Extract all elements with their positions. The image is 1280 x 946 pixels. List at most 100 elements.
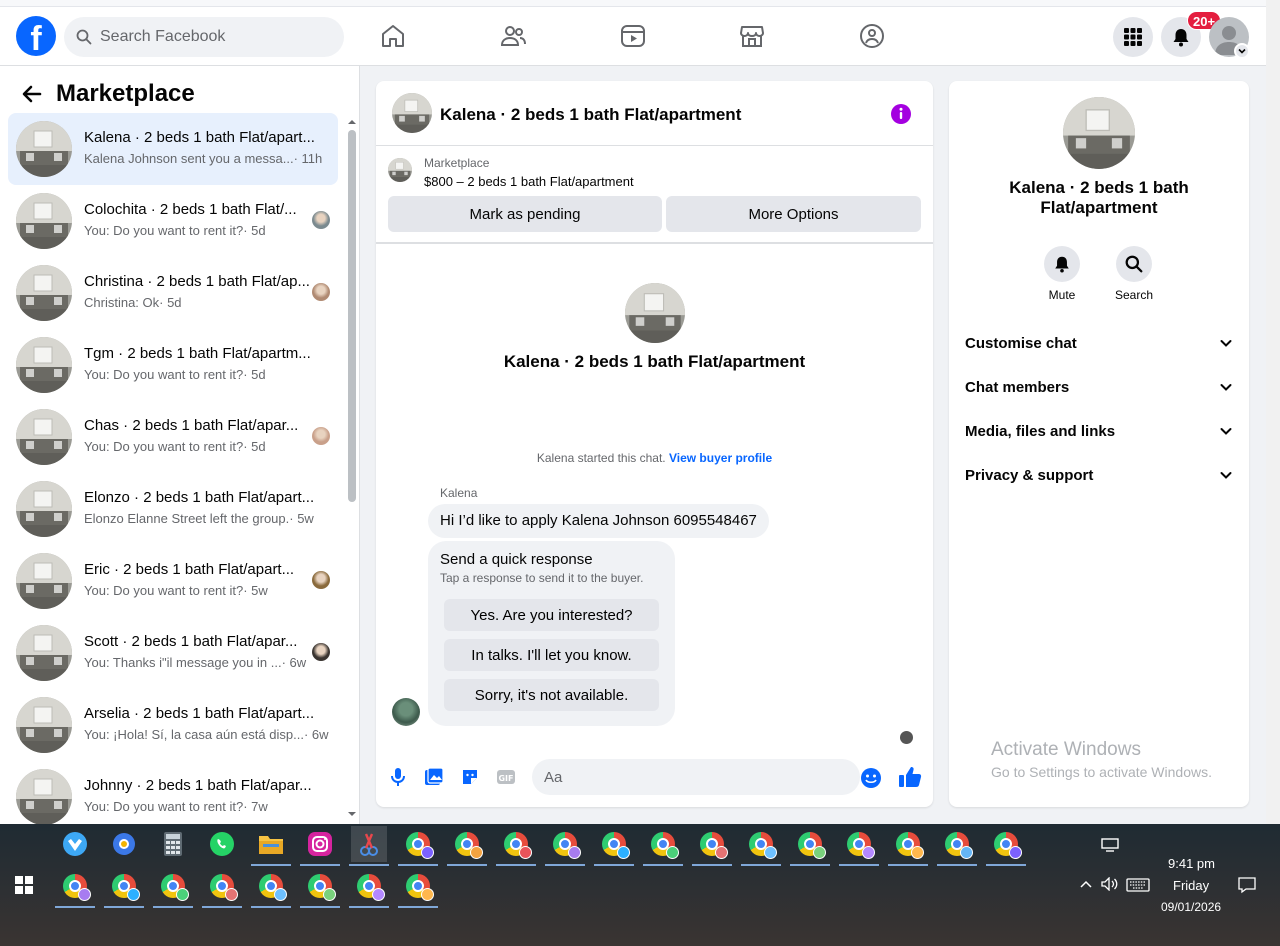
chat-time: · 5d bbox=[243, 223, 266, 238]
taskbar-app-icon[interactable] bbox=[57, 826, 93, 862]
chat-thumbnail bbox=[16, 409, 72, 465]
chat-list-item[interactable]: Chas · 2 beds 1 bath Flat/apar... You: Do… bbox=[8, 401, 338, 473]
chrome-profile-icon[interactable] bbox=[398, 826, 438, 866]
chat-list-item[interactable]: Arselia · 2 beds 1 bath Flat/apart... You… bbox=[8, 689, 338, 761]
chrome-profile-icon[interactable] bbox=[55, 868, 95, 908]
windows-start-icon[interactable] bbox=[15, 876, 33, 894]
friends-icon[interactable] bbox=[499, 22, 527, 50]
chrome-profile-icon[interactable] bbox=[447, 826, 487, 866]
chat-item-preview: You: Thanks i"il message you in ...· 6w bbox=[84, 655, 306, 670]
chat-thumbnail bbox=[16, 697, 72, 753]
svg-text:GIF: GIF bbox=[498, 774, 513, 783]
chrome-profile-icon[interactable] bbox=[153, 868, 193, 908]
chat-item-preview: You: Do you want to rent it?· 5d bbox=[84, 367, 266, 382]
search-in-chat-button[interactable]: Search bbox=[1104, 246, 1164, 302]
notification-center-icon[interactable] bbox=[1238, 876, 1256, 894]
gif-icon[interactable]: GIF bbox=[496, 767, 516, 787]
chrome-profile-icon[interactable] bbox=[839, 826, 879, 866]
chrome-profile-icon[interactable] bbox=[692, 826, 732, 866]
thumbs-up-icon[interactable] bbox=[898, 765, 922, 789]
chat-time: · 5d bbox=[243, 367, 266, 382]
mark-as-pending-button[interactable]: Mark as pending bbox=[388, 196, 662, 232]
whatsapp-icon[interactable] bbox=[204, 826, 240, 862]
message-bubble[interactable]: Hi I’d like to apply Kalena Johnson 6095… bbox=[428, 504, 769, 538]
quick-reply-yes-button[interactable]: Yes. Are you interested? bbox=[444, 599, 659, 631]
chrome-profile-icon[interactable] bbox=[398, 868, 438, 908]
chrome-profile-icon[interactable] bbox=[202, 868, 242, 908]
privacy-support-row[interactable]: Privacy & support bbox=[965, 455, 1233, 495]
details-avatar[interactable] bbox=[1063, 97, 1135, 169]
view-buyer-profile-link[interactable]: View buyer profile bbox=[669, 451, 772, 465]
chat-list-item[interactable]: Johnny · 2 beds 1 bath Flat/apar... You: … bbox=[8, 761, 338, 824]
facebook-logo[interactable]: f bbox=[16, 16, 56, 56]
listing-thumbnail[interactable] bbox=[388, 158, 412, 182]
home-icon[interactable] bbox=[379, 22, 407, 50]
calculator-icon[interactable] bbox=[155, 826, 191, 862]
marketplace-icon[interactable] bbox=[738, 22, 766, 50]
sidebar-title: Marketplace bbox=[56, 80, 195, 107]
instagram-icon[interactable] bbox=[300, 826, 340, 866]
chrome-profile-icon[interactable] bbox=[790, 826, 830, 866]
sidebar-scroll-thumb[interactable] bbox=[348, 130, 356, 502]
chrome-profile-icon[interactable] bbox=[496, 826, 536, 866]
quick-reply-not-available-button[interactable]: Sorry, it's not available. bbox=[444, 679, 659, 711]
sticker-icon[interactable] bbox=[460, 767, 480, 787]
customise-chat-row[interactable]: Customise chat bbox=[965, 323, 1233, 363]
chat-list-item[interactable]: Elonzo · 2 beds 1 bath Flat/apart... Elon… bbox=[8, 473, 338, 545]
more-options-button[interactable]: More Options bbox=[666, 196, 921, 232]
chat-list-item[interactable]: Eric · 2 beds 1 bath Flat/apart... You: D… bbox=[8, 545, 338, 617]
chrome-profile-icon[interactable] bbox=[349, 868, 389, 908]
clock-date[interactable]: 09/01/2026 bbox=[1161, 900, 1221, 914]
chrome-profile-icon[interactable] bbox=[104, 868, 144, 908]
chrome-profile-icon[interactable] bbox=[643, 826, 683, 866]
marketplace-label: Marketplace bbox=[424, 156, 490, 170]
media-files-links-row[interactable]: Media, files and links bbox=[965, 411, 1233, 451]
info-icon[interactable] bbox=[890, 103, 912, 125]
search-input[interactable] bbox=[100, 28, 300, 46]
chrome-canary-icon[interactable] bbox=[106, 826, 142, 862]
microphone-icon[interactable] bbox=[390, 767, 406, 787]
chat-list-item[interactable]: Tgm · 2 beds 1 bath Flat/apartm... You: D… bbox=[8, 329, 338, 401]
chat-list-item[interactable]: Scott · 2 beds 1 bath Flat/apar... You: T… bbox=[8, 617, 338, 689]
back-arrow-icon[interactable] bbox=[20, 82, 44, 106]
quick-response-subtitle: Tap a response to send it to the buyer. bbox=[440, 571, 644, 585]
chrome-profile-icon[interactable] bbox=[888, 826, 928, 866]
page-scrollbar[interactable] bbox=[1266, 0, 1280, 824]
volume-icon[interactable] bbox=[1101, 877, 1119, 891]
chat-header-avatar[interactable] bbox=[392, 93, 432, 133]
photo-icon[interactable] bbox=[424, 767, 444, 787]
chat-header-title[interactable]: Kalena · 2 beds 1 bath Flat/apartment bbox=[440, 105, 741, 125]
chat-members-label: Chat members bbox=[965, 378, 1070, 396]
sender-avatar[interactable] bbox=[392, 698, 420, 726]
participant-mini-avatar bbox=[312, 283, 330, 301]
chrome-profile-icon[interactable] bbox=[251, 868, 291, 908]
chat-list-item[interactable]: Christina · 2 beds 1 bath Flat/ap... Chri… bbox=[8, 257, 338, 329]
keyboard-icon[interactable] bbox=[1126, 878, 1150, 892]
video-icon[interactable] bbox=[619, 22, 647, 50]
chrome-profile-icon[interactable] bbox=[545, 826, 585, 866]
chat-list-item[interactable]: Colochita · 2 beds 1 bath Flat/... You: D… bbox=[8, 185, 338, 257]
clock-day[interactable]: Friday bbox=[1173, 878, 1209, 893]
chrome-profile-icon[interactable] bbox=[986, 826, 1026, 866]
clock-time[interactable]: 9:41 pm bbox=[1168, 856, 1215, 871]
chat-members-row[interactable]: Chat members bbox=[965, 367, 1233, 407]
file-explorer-icon[interactable] bbox=[251, 826, 291, 866]
chat-list-item[interactable]: Kalena · 2 beds 1 bath Flat/apart... Kale… bbox=[8, 113, 338, 185]
chrome-profile-icon[interactable] bbox=[937, 826, 977, 866]
listing-price-title[interactable]: $800 – 2 beds 1 bath Flat/apartment bbox=[424, 174, 634, 189]
chrome-profile-icon[interactable] bbox=[300, 868, 340, 908]
account-chevron-icon[interactable] bbox=[1234, 43, 1250, 59]
emoji-icon[interactable] bbox=[860, 767, 882, 789]
mute-button[interactable]: Mute bbox=[1032, 246, 1092, 302]
chat-intro-avatar[interactable] bbox=[625, 283, 685, 343]
snipping-tool-icon[interactable] bbox=[349, 826, 389, 866]
search-bar[interactable] bbox=[64, 17, 344, 57]
chrome-profile-icon[interactable] bbox=[741, 826, 781, 866]
chrome-profile-icon[interactable] bbox=[594, 826, 634, 866]
desktop-icon[interactable] bbox=[1101, 838, 1119, 852]
tray-chevron-up-icon[interactable] bbox=[1079, 879, 1093, 889]
groups-icon[interactable] bbox=[858, 22, 886, 50]
quick-reply-in-talks-button[interactable]: In talks. I'll let you know. bbox=[444, 639, 659, 671]
menu-button[interactable] bbox=[1113, 17, 1153, 57]
message-input[interactable] bbox=[532, 759, 860, 795]
